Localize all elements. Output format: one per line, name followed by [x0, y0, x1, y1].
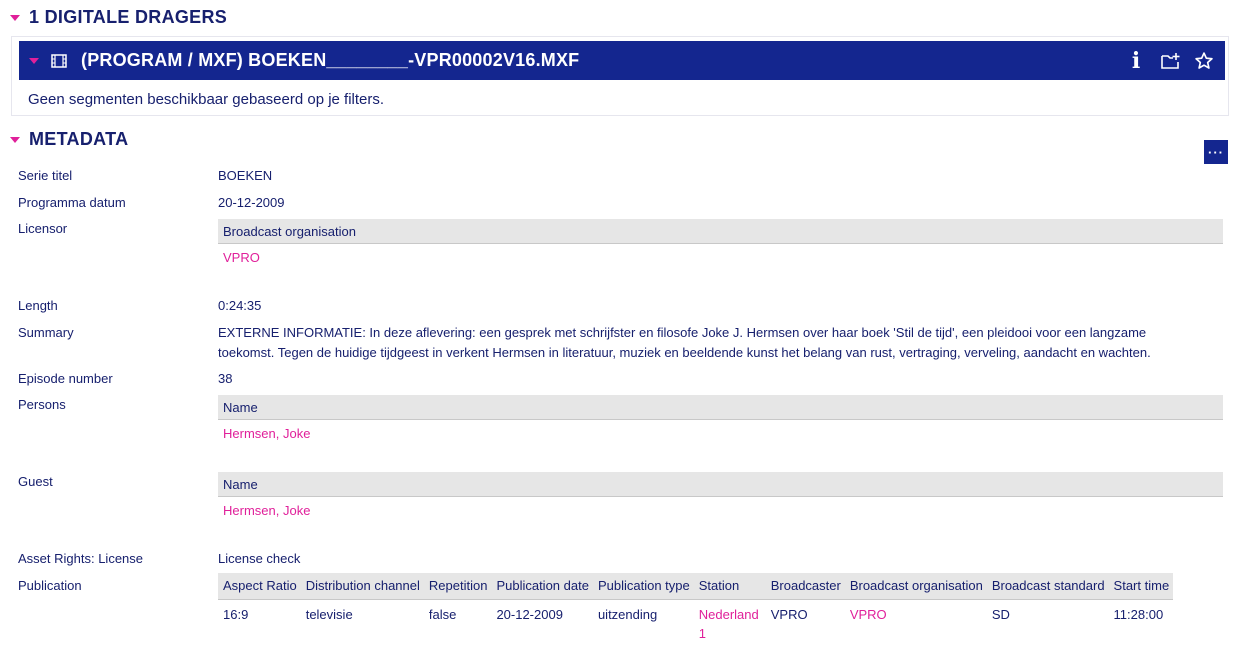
cell-publication-date: 20-12-2009 — [496, 606, 563, 622]
episode-number-label: Episode number — [18, 371, 113, 386]
info-glyph: i — [1131, 47, 1141, 74]
col-broadcast-standard: Broadcast standard — [986, 573, 1109, 600]
add-to-folder-icon[interactable] — [1159, 50, 1181, 72]
programma-datum-value: 20-12-2009 — [218, 195, 285, 210]
length-label: Length — [18, 298, 58, 313]
cell-broadcaster: VPRO — [770, 606, 808, 622]
publication-header-row: Aspect Ratio Distribution channel Repeti… — [218, 573, 1174, 600]
star-icon[interactable] — [1193, 50, 1215, 72]
publication-table: Aspect Ratio Distribution channel Repeti… — [218, 573, 1174, 643]
person-link[interactable]: Hermsen, Joke — [218, 420, 1223, 441]
metadata-title: METADATA — [29, 129, 129, 149]
carrier-header[interactable]: (PROGRAM / MXF) BOEKEN________-VPR00002V… — [19, 41, 1225, 80]
persons-label: Persons — [18, 397, 66, 412]
more-icon: ··· — [1208, 144, 1224, 160]
station-link[interactable]: Nederland 1 — [694, 599, 766, 643]
col-repetition: Repetition — [423, 573, 492, 600]
licensor-table: Broadcast organisation VPRO — [218, 219, 1223, 265]
persons-table: Name Hermsen, Joke — [218, 395, 1223, 441]
broadcast-organisation-link[interactable]: VPRO — [845, 599, 987, 643]
serie-titel-value: BOEKEN — [218, 168, 273, 183]
more-options-button[interactable]: ··· — [1204, 140, 1228, 164]
col-aspect-ratio: Aspect Ratio — [218, 573, 301, 600]
carrier-title: (PROGRAM / MXF) BOEKEN________-VPR00002V… — [81, 50, 580, 70]
col-broadcast-organisation: Broadcast organisation — [844, 573, 987, 600]
caret-down-icon — [10, 14, 20, 21]
guest-link[interactable]: Hermsen, Joke — [218, 497, 1223, 518]
cell-aspect-ratio: 16:9 — [223, 606, 249, 622]
persons-table-header: Name — [218, 395, 1223, 420]
col-start-time: Start time — [1108, 573, 1174, 600]
asset-rights-label: Asset Rights: License — [18, 551, 144, 566]
cell-broadcast-standard: SD — [991, 606, 1010, 622]
asset-rights-value: License check — [218, 551, 301, 566]
carrier-panel: (PROGRAM / MXF) BOEKEN________-VPR00002V… — [11, 36, 1229, 116]
licensor-link[interactable]: VPRO — [218, 244, 1223, 265]
col-publication-type: Publication type — [592, 573, 694, 600]
col-broadcaster: Broadcaster — [765, 573, 845, 600]
caret-down-icon — [10, 136, 20, 143]
summary-label: Summary — [18, 325, 74, 340]
cell-start-time: 11:28:00 — [1113, 606, 1164, 622]
info-icon[interactable]: i — [1125, 50, 1147, 72]
length-value: 0:24:35 — [218, 298, 262, 313]
programma-datum-label: Programma datum — [18, 195, 126, 210]
digital-carriers-title: 1 DIGITALE DRAGERS — [29, 7, 228, 27]
table-row: 16:9 televisie false 20-12-2009 uitzendi… — [218, 599, 1173, 643]
col-station: Station — [693, 573, 766, 600]
carrier-actions: i — [1125, 50, 1215, 72]
film-icon — [51, 53, 67, 68]
guest-table-header: Name — [218, 472, 1223, 497]
guest-table: Name Hermsen, Joke — [218, 472, 1223, 518]
episode-number-value: 38 — [218, 371, 233, 386]
guest-label: Guest — [18, 474, 53, 489]
col-distribution-channel: Distribution channel — [300, 573, 424, 600]
licensor-table-header: Broadcast organisation — [218, 219, 1223, 244]
col-publication-date: Publication date — [491, 573, 593, 600]
empty-segments-message: Geen segmenten beschikbaar gebaseerd op … — [28, 91, 385, 108]
cell-publication-type: uitzending — [597, 606, 658, 622]
metadata-toggle[interactable]: METADATA — [10, 129, 128, 150]
caret-down-icon[interactable] — [29, 57, 39, 64]
cell-distribution-channel: televisie — [305, 606, 353, 622]
licensor-label: Licensor — [18, 221, 68, 236]
digital-carriers-toggle[interactable]: 1 DIGITALE DRAGERS — [10, 7, 227, 28]
serie-titel-label: Serie titel — [18, 168, 73, 183]
summary-value: EXTERNE INFORMATIE: In deze aflevering: … — [218, 325, 1151, 360]
publication-label: Publication — [18, 578, 82, 593]
cell-repetition: false — [428, 606, 457, 622]
